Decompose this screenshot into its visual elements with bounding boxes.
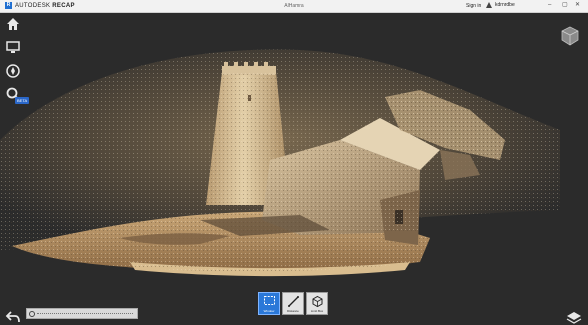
bottom-toolbar: Window Distance Limit Box — [258, 292, 328, 315]
window-select-tool[interactable]: Window — [258, 292, 280, 315]
autodesk-account-icon — [486, 2, 492, 8]
pivot-icon — [29, 311, 35, 317]
compass-icon[interactable] — [5, 63, 21, 79]
maximize-button[interactable]: ▢ — [562, 2, 568, 9]
view-cube-icon[interactable] — [559, 25, 581, 47]
tool-label: Distance — [287, 309, 299, 313]
distance-tool[interactable]: Distance — [282, 292, 304, 315]
scale-ticks — [37, 313, 133, 314]
home-icon[interactable] — [5, 16, 21, 32]
back-arrow-icon[interactable] — [5, 310, 21, 324]
limit-box-tool[interactable]: Limit Box — [306, 292, 328, 315]
beta-badge: BETA — [15, 97, 30, 104]
account-menu[interactable]: kdrnrdbe — [486, 2, 515, 8]
limit-box-icon — [312, 295, 323, 308]
point-cloud-viewport[interactable]: BETA — [0, 13, 588, 324]
measure-distance-icon — [288, 296, 299, 307]
tool-label: Window — [263, 309, 275, 313]
minimize-button[interactable]: – — [548, 2, 551, 9]
sign-in-link[interactable]: Sign in — [466, 3, 481, 9]
point-cloud-render — [0, 49, 560, 277]
close-button[interactable]: ✕ — [575, 2, 580, 9]
title-bar: R AUTODESK RECAP AlHamra Sign in kdrnrdb… — [0, 0, 588, 13]
layers-icon[interactable] — [566, 311, 582, 325]
window-select-icon — [264, 296, 275, 305]
monitor-icon[interactable] — [5, 39, 21, 55]
tool-label: Limit Box — [310, 309, 324, 313]
scale-bar — [26, 308, 138, 319]
account-name: kdrnrdbe — [495, 2, 515, 8]
